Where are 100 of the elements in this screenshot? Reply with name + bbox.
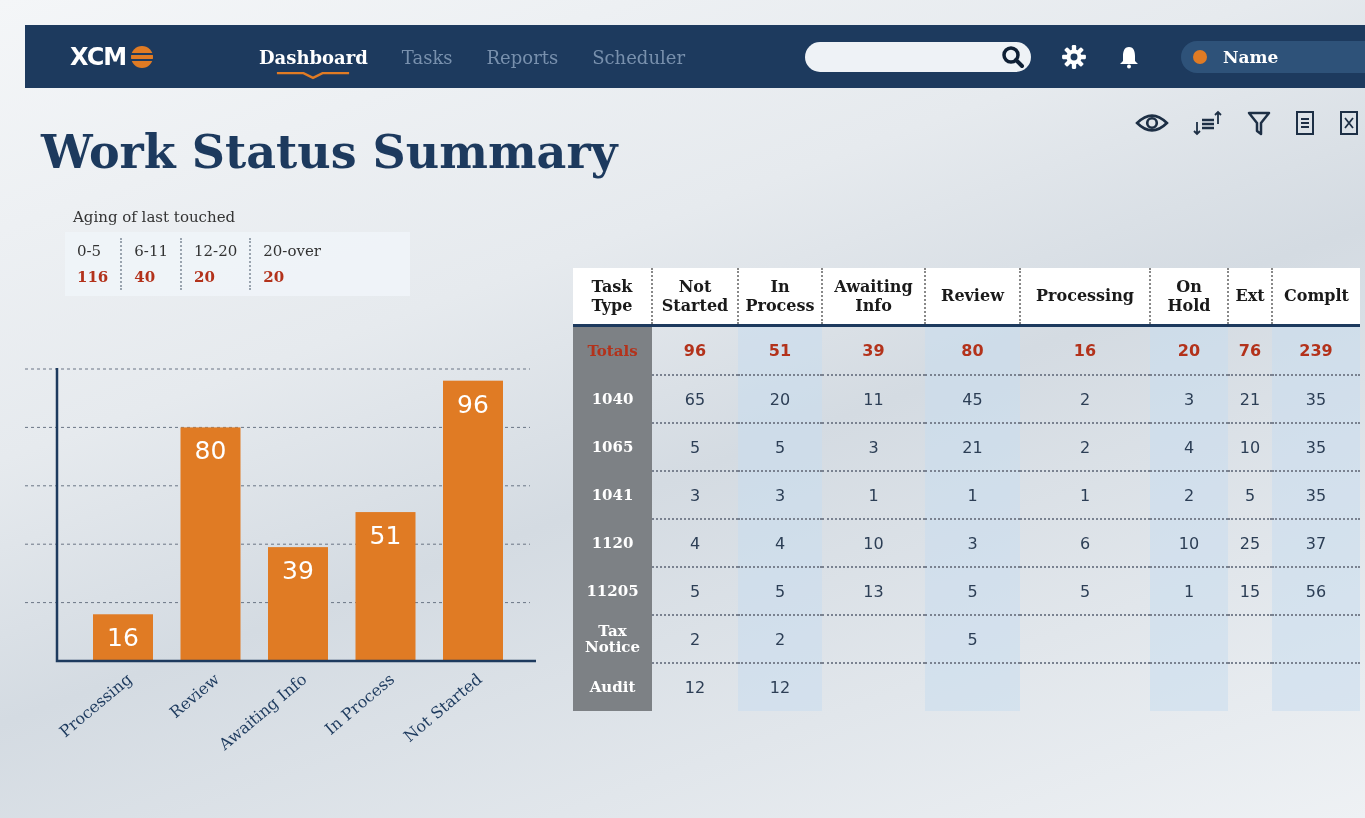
nav-tab[interactable]: Dashboard xyxy=(245,33,382,80)
table-cell: 10 xyxy=(1228,423,1272,471)
aging-count: 116 xyxy=(77,268,109,287)
column-header: Awaiting Info xyxy=(822,268,925,326)
column-header: Processing xyxy=(1020,268,1150,326)
aging-caption: Aging of last touched xyxy=(73,208,237,227)
bar-value: 51 xyxy=(369,521,402,551)
user-name: Name xyxy=(1223,46,1279,67)
table-cell: 5 xyxy=(1228,471,1272,519)
table-cell: 3 xyxy=(738,471,822,519)
column-header: Not Started xyxy=(652,268,738,326)
logo-icon xyxy=(130,44,155,69)
table-cell: 80 xyxy=(925,325,1020,375)
table-cell: 239 xyxy=(1272,325,1360,375)
aging-label: 0-5 xyxy=(77,242,103,261)
table-cell: 20 xyxy=(1150,325,1228,375)
nav-tab[interactable]: Reports xyxy=(472,33,573,80)
page-title: Work Status Summary xyxy=(39,124,620,181)
table-cell: 5 xyxy=(1020,567,1150,615)
spreadsheet-export-icon[interactable] xyxy=(1339,110,1359,136)
table-cell: 4 xyxy=(738,519,822,567)
search-field[interactable] xyxy=(805,41,1031,72)
table-cell: 21 xyxy=(1228,375,1272,423)
table-cell: 5 xyxy=(652,567,738,615)
table-cell: 35 xyxy=(1272,423,1360,471)
table-cell: 13 xyxy=(822,567,925,615)
bar-value: 16 xyxy=(107,623,139,653)
table-cell: 1 xyxy=(925,471,1020,519)
table-cell: 2 xyxy=(652,615,738,663)
document-icon[interactable] xyxy=(1295,110,1315,136)
table-cell: 11 xyxy=(822,375,925,423)
table-cell: 15 xyxy=(1228,567,1272,615)
aging-label: 12-20 xyxy=(194,242,238,261)
aging-label: 6-11 xyxy=(134,242,168,261)
column-header: Review xyxy=(925,268,1020,326)
table-cell: 65 xyxy=(652,375,738,423)
table-cell: 4 xyxy=(652,519,738,567)
aging-count: 20 xyxy=(194,268,216,287)
table-cell: 20 xyxy=(738,375,822,423)
table-cell: 3 xyxy=(652,471,738,519)
table-cell: 1041 xyxy=(573,471,652,519)
table-cell: 1120 xyxy=(573,519,652,567)
table-cell: 2 xyxy=(1020,423,1150,471)
column-header: Ext xyxy=(1228,268,1272,326)
bar-value: 80 xyxy=(194,436,227,466)
search-icon[interactable] xyxy=(1001,44,1025,69)
bar-value: 39 xyxy=(282,556,314,586)
status-dot xyxy=(1193,49,1207,64)
table-cell: 10 xyxy=(822,519,925,567)
table-cell: Totals xyxy=(573,325,652,375)
table-cell: 3 xyxy=(925,519,1020,567)
table-cell: 76 xyxy=(1228,325,1272,375)
column-header: Complt xyxy=(1272,268,1360,326)
table-cell: 2 xyxy=(1150,471,1228,519)
table-cell: Audit xyxy=(573,663,652,711)
table-cell: 12 xyxy=(652,663,738,711)
table-cell: 35 xyxy=(1272,471,1360,519)
column-header: Task Type xyxy=(573,268,652,326)
bar xyxy=(93,614,153,662)
table-cell: 2 xyxy=(1020,375,1150,423)
logo-text[interactable]: XCM xyxy=(70,42,127,71)
nav-tab[interactable]: Scheduler xyxy=(578,33,699,80)
table-cell: 5 xyxy=(738,567,822,615)
table-cell: 16 xyxy=(1020,325,1150,375)
table-cell: 10 xyxy=(1150,519,1228,567)
table-cell: 6 xyxy=(1020,519,1150,567)
table-cell: 96 xyxy=(652,325,738,375)
table-cell: 1065 xyxy=(573,423,652,471)
sort-icon[interactable] xyxy=(1193,110,1223,136)
table-cell: 3 xyxy=(1150,375,1228,423)
nav-tab[interactable]: Tasks xyxy=(387,33,467,80)
table-cell: 45 xyxy=(925,375,1020,423)
table-cell: 4 xyxy=(1150,423,1228,471)
table-cell: 5 xyxy=(652,423,738,471)
table-cell: 1040 xyxy=(573,375,652,423)
aging-label: 20-over xyxy=(263,242,321,261)
eye-icon[interactable] xyxy=(1135,112,1169,134)
column-header: In Process xyxy=(738,268,822,326)
table-cell: 25 xyxy=(1228,519,1272,567)
table-cell: 37 xyxy=(1272,519,1360,567)
table-cell: Tax Notice xyxy=(573,615,652,663)
filter-icon[interactable] xyxy=(1247,110,1271,136)
table-cell: 1 xyxy=(1150,567,1228,615)
table-cell: 5 xyxy=(925,567,1020,615)
user-chip[interactable]: Name xyxy=(1181,40,1365,73)
column-header: On Hold xyxy=(1150,268,1228,326)
table-cell: 56 xyxy=(1272,567,1360,615)
table-cell: 51 xyxy=(738,325,822,375)
table-cell: 1 xyxy=(1020,471,1150,519)
bar-value: 96 xyxy=(457,390,489,420)
table-cell: 12 xyxy=(738,663,822,711)
aging-count: 20 xyxy=(263,268,286,287)
table-cell: 35 xyxy=(1272,375,1360,423)
table-cell: 39 xyxy=(822,325,925,375)
table-cell: 1 xyxy=(822,471,925,519)
table-cell: 3 xyxy=(822,423,925,471)
table-cell: 2 xyxy=(738,615,822,663)
table-cell: 5 xyxy=(738,423,822,471)
settings-icon[interactable] xyxy=(1061,43,1087,70)
table-cell: 11205 xyxy=(573,567,652,615)
